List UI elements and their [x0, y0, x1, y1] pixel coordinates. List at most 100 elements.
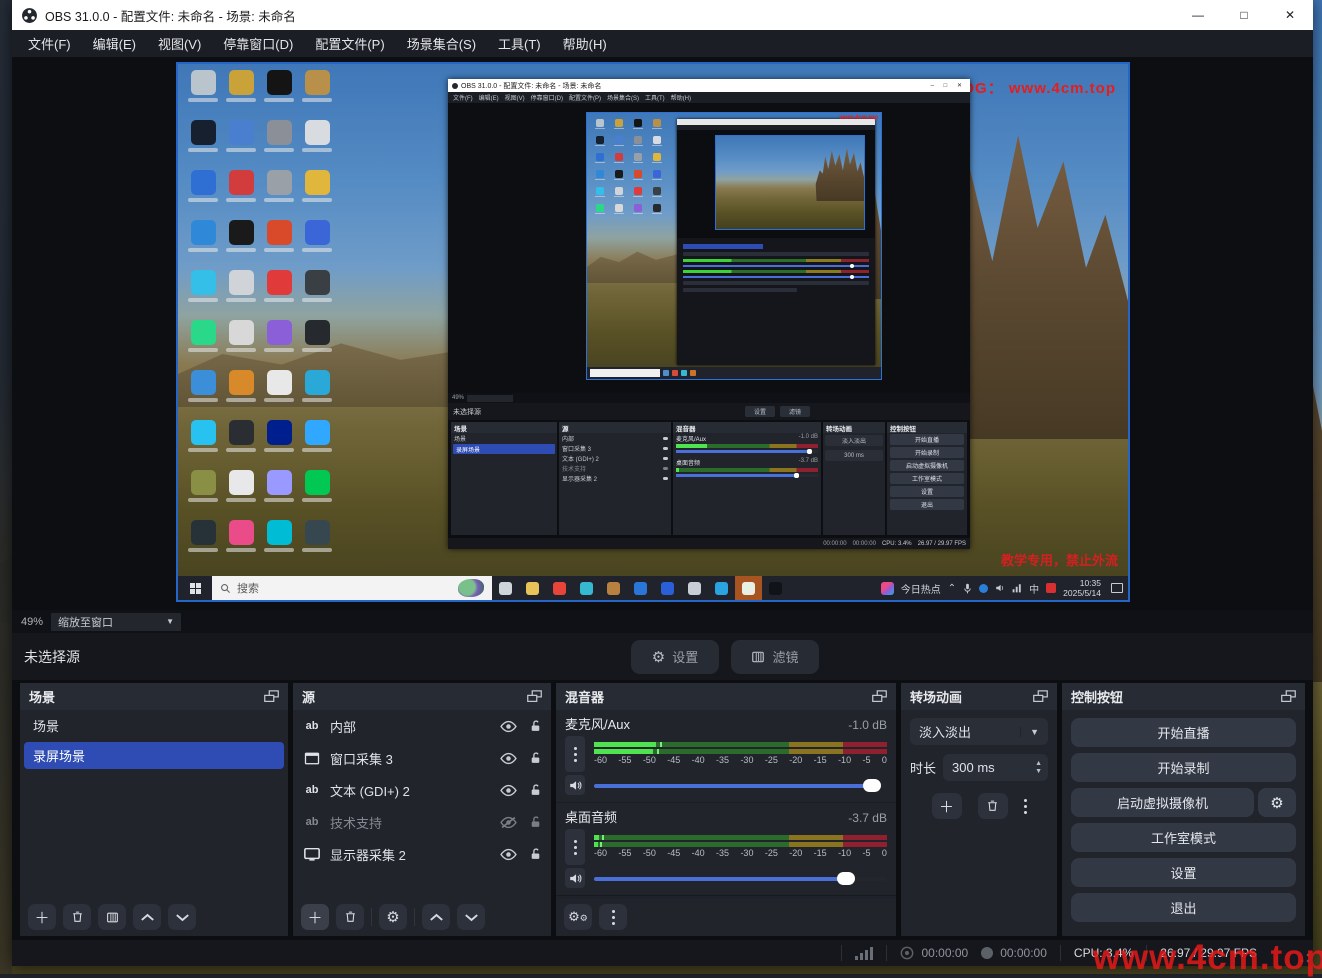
menu-docks[interactable]: 停靠窗口(D)	[212, 34, 304, 53]
desktop-icon	[188, 116, 218, 166]
scene-up-button[interactable]	[133, 904, 161, 930]
virtual-camera-config-button[interactable]: ⚙	[1258, 788, 1296, 817]
desktop-icon	[652, 183, 662, 200]
source-properties-button[interactable]: ⚙	[379, 904, 407, 930]
volume-meter	[594, 835, 887, 847]
eye-icon[interactable]	[500, 720, 517, 733]
unlock-icon[interactable]	[529, 847, 542, 861]
menu-edit[interactable]: 编辑(E)	[82, 34, 147, 53]
advanced-audio-button[interactable]: ⚙⚙	[564, 904, 592, 930]
chevron-down-icon	[176, 913, 189, 922]
scene-down-button[interactable]	[168, 904, 196, 930]
desktop-icon	[302, 216, 332, 266]
taskbar-app-icon	[492, 576, 519, 600]
dock-panels: 场景 场景 录屏场景 ＋	[12, 680, 1313, 940]
display-capture-icon	[302, 848, 322, 861]
close-button[interactable]: ✕	[1267, 0, 1313, 30]
program-preview[interactable]: BLOG： www.4cm.top 教学专用，禁止外流 OBS 31.0.0 -…	[176, 62, 1130, 602]
popout-icon[interactable]	[264, 690, 279, 703]
text-source-icon: ab	[302, 816, 322, 828]
unlock-icon[interactable]	[529, 783, 542, 797]
desktop-icon	[614, 115, 624, 132]
slider-handle[interactable]	[863, 779, 881, 792]
scene-filters-button[interactable]	[98, 904, 126, 930]
eye-off-icon[interactable]	[500, 816, 517, 829]
desktop-icon	[302, 366, 332, 416]
properties-button[interactable]: ⚙ 设置	[631, 640, 719, 674]
transition-menu-button[interactable]	[1024, 799, 1027, 814]
popout-icon[interactable]	[1033, 690, 1048, 703]
remove-scene-button[interactable]	[63, 904, 91, 930]
duration-label: 时长	[910, 758, 936, 777]
minimize-button[interactable]: —	[1175, 0, 1221, 30]
inner-window-buttons: – □ ✕	[931, 82, 966, 89]
add-source-button[interactable]: ＋	[301, 904, 329, 930]
source-row[interactable]: ab 内部	[293, 710, 551, 742]
eye-icon[interactable]	[500, 848, 517, 861]
desktop-icon	[633, 183, 643, 200]
studio-mode-button[interactable]: 工作室模式	[1071, 823, 1296, 852]
source-row[interactable]: 窗口采集 3	[293, 742, 551, 774]
menu-scene-collection[interactable]: 场景集合(S)	[396, 34, 487, 53]
zoom-mode-select[interactable]: 缩放至窗口 ▼	[51, 613, 181, 631]
source-row[interactable]: 显示器采集 2	[293, 838, 551, 870]
channel-name: 麦克风/Aux	[565, 714, 630, 733]
unlock-icon[interactable]	[529, 719, 542, 733]
volume-slider[interactable]	[594, 871, 887, 886]
transition-select[interactable]: 淡入淡出 ▼	[910, 718, 1048, 745]
desktop-icon	[264, 266, 294, 316]
desktop-icon	[264, 366, 294, 416]
source-row-hidden[interactable]: ab 技术支持	[293, 806, 551, 838]
scene-item-selected[interactable]: 录屏场景	[24, 742, 284, 769]
eye-icon[interactable]	[500, 752, 517, 765]
popout-icon[interactable]	[1281, 690, 1296, 703]
action-center-icon	[1111, 583, 1123, 593]
start-streaming-button[interactable]: 开始直播	[1071, 718, 1296, 747]
popout-icon[interactable]	[527, 690, 542, 703]
captured-taskbar: 搜索 今日热点 ⌃ 中 10:35 2025/5/14	[178, 576, 1128, 600]
remove-transition-button[interactable]	[978, 793, 1008, 819]
desktop-icon	[633, 115, 643, 132]
inner-docks: 场景 场景 录屏场景 源 内部 窗口采集 3 文本 (GDI+) 2 技术支持 …	[448, 420, 970, 538]
desktop-icon	[595, 149, 605, 166]
chevron-up-icon	[430, 913, 443, 922]
filters-button[interactable]: 滤镜	[731, 640, 819, 674]
mute-button[interactable]	[565, 775, 585, 795]
duration-spinbox[interactable]: 300 ms ▲▼	[943, 754, 1048, 781]
menu-profile[interactable]: 配置文件(P)	[304, 34, 395, 53]
inner-obs-window: OBS 31.0.0 - 配置文件: 未命名 - 场景: 未命名 – □ ✕ 文…	[448, 79, 970, 549]
menu-tools[interactable]: 工具(T)	[487, 34, 552, 53]
spin-arrows[interactable]: ▲▼	[1029, 760, 1048, 775]
source-row[interactable]: ab 文本 (GDI+) 2	[293, 774, 551, 806]
desktop-icon	[633, 200, 643, 217]
title-bar[interactable]: OBS 31.0.0 - 配置文件: 未命名 - 场景: 未命名 — □ ✕	[12, 0, 1313, 30]
scene-item[interactable]: 场景	[24, 712, 284, 739]
inner-obs-logo-icon	[452, 83, 458, 89]
start-recording-button[interactable]: 开始录制	[1071, 753, 1296, 782]
mixer-menu-button[interactable]	[599, 904, 627, 930]
menu-view[interactable]: 视图(V)	[147, 34, 212, 53]
popout-icon[interactable]	[872, 690, 887, 703]
desktop-icon	[614, 149, 624, 166]
menu-file[interactable]: 文件(F)	[17, 34, 82, 53]
mute-button[interactable]	[565, 868, 585, 888]
virtual-camera-button[interactable]: 启动虚拟摄像机	[1071, 788, 1254, 817]
channel-menu-button[interactable]	[565, 736, 585, 772]
volume-slider[interactable]	[594, 778, 887, 793]
unlock-icon[interactable]	[529, 751, 542, 765]
source-down-button[interactable]	[457, 904, 485, 930]
eye-icon[interactable]	[500, 784, 517, 797]
slider-handle[interactable]	[837, 872, 855, 885]
maximize-button[interactable]: □	[1221, 0, 1267, 30]
unlock-icon[interactable]	[529, 815, 542, 829]
filters-icon	[751, 650, 765, 664]
desktop-icon	[302, 66, 332, 116]
source-up-button[interactable]	[422, 904, 450, 930]
add-transition-button[interactable]: ＋	[932, 793, 962, 819]
remove-source-button[interactable]	[336, 904, 364, 930]
channel-menu-button[interactable]	[565, 829, 585, 865]
menu-help[interactable]: 帮助(H)	[552, 34, 618, 53]
settings-button[interactable]: 设置	[1071, 858, 1296, 887]
add-scene-button[interactable]: ＋	[28, 904, 56, 930]
exit-button[interactable]: 退出	[1071, 893, 1296, 922]
